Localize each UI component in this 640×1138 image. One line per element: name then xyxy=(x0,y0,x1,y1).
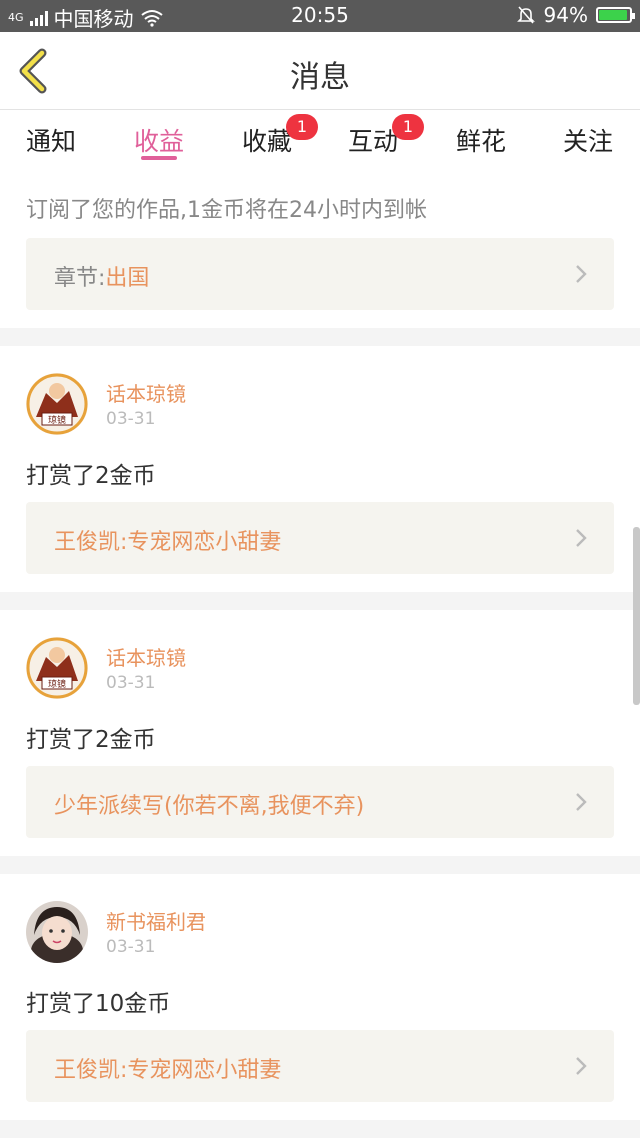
book-title: 王俊凯:专宠网恋小甜妻 xyxy=(54,530,282,555)
book-link[interactable]: 王俊凯:专宠网恋小甜妻 xyxy=(26,1030,614,1102)
mute-bell-icon xyxy=(516,6,535,24)
chapter-link-text: 章节:出国 xyxy=(54,260,149,292)
message-text: 订阅了您的作品,1金币将在24小时内到帐 xyxy=(26,198,427,223)
user-name[interactable]: 话本琼镜 xyxy=(106,642,186,671)
tab-bar: 通知 收益 收藏 1 互动 1 鲜花 关注 xyxy=(0,110,640,170)
message-text: 打赏了2金币 xyxy=(26,727,156,753)
user-name[interactable]: 新书福利君 xyxy=(106,906,206,935)
battery-percent: 94% xyxy=(543,3,588,27)
chapter-link[interactable]: 章节:出国 xyxy=(26,238,614,310)
tab-label: 收益 xyxy=(133,127,184,156)
user-name[interactable]: 话本琼镜 xyxy=(106,378,186,407)
chevron-right-icon xyxy=(576,793,587,811)
chapter-label: 章节: xyxy=(54,266,106,291)
battery-fill xyxy=(599,10,628,20)
chapter-title: 出国 xyxy=(105,266,150,291)
chevron-right-icon xyxy=(576,1057,587,1075)
book-title: 少年派续写(你若不离,我便不弃) xyxy=(54,794,365,819)
unread-badge: 1 xyxy=(286,114,318,140)
tab-label: 通知 xyxy=(25,127,76,156)
page-title: 消息 xyxy=(290,60,350,95)
user-avatar[interactable]: 琼镜 xyxy=(26,637,88,699)
tab-interaction[interactable]: 互动 1 xyxy=(318,114,428,158)
chevron-right-icon xyxy=(576,529,587,547)
scrollbar[interactable] xyxy=(633,527,640,705)
tab-following[interactable]: 关注 xyxy=(533,122,640,158)
tab-label: 互动 xyxy=(347,127,398,156)
nav-bar: 消息 xyxy=(0,32,640,110)
message-card: 订阅了您的作品,1金币将在24小时内到帐 章节:出国 xyxy=(0,170,640,328)
message-date: 03-31 xyxy=(106,673,156,693)
user-avatar[interactable] xyxy=(26,901,88,963)
message-date: 03-31 xyxy=(106,937,156,957)
message-text: 打赏了2金币 xyxy=(26,463,156,489)
svg-text:琼镜: 琼镜 xyxy=(48,414,66,426)
tab-notice[interactable]: 通知 xyxy=(0,122,106,158)
tab-label: 鲜花 xyxy=(455,127,506,156)
message-card: 琼镜 话本琼镜 03-31 打赏了2金币 王俊凯:专宠网恋小甜妻 xyxy=(0,346,640,592)
message-date: 03-31 xyxy=(106,409,156,429)
unread-badge: 1 xyxy=(392,114,424,140)
battery-icon xyxy=(596,7,635,23)
book-title: 王俊凯:专宠网恋小甜妻 xyxy=(54,1058,282,1083)
book-link[interactable]: 少年派续写(你若不离,我便不弃) xyxy=(26,766,614,838)
user-avatar[interactable]: 琼镜 xyxy=(26,373,88,435)
message-card: 新书福利君 03-31 打赏了10金币 王俊凯:专宠网恋小甜妻 xyxy=(0,874,640,1120)
tab-label: 收藏 xyxy=(241,127,292,156)
tab-flowers[interactable]: 鲜花 xyxy=(426,122,536,158)
message-card: 琼镜 话本琼镜 03-31 打赏了2金币 少年派续写(你若不离,我便不弃) xyxy=(0,610,640,856)
message-text: 打赏了10金币 xyxy=(26,991,171,1017)
svg-text:琼镜: 琼镜 xyxy=(48,678,66,690)
chevron-right-icon xyxy=(576,265,587,283)
status-bar: 4G 中国移动 20:55 94% xyxy=(0,0,640,32)
tab-label: 关注 xyxy=(562,127,613,156)
tab-favorites[interactable]: 收藏 1 xyxy=(212,114,322,158)
tab-earnings[interactable]: 收益 xyxy=(104,122,214,158)
book-link[interactable]: 王俊凯:专宠网恋小甜妻 xyxy=(26,502,614,574)
active-tab-indicator xyxy=(141,156,177,160)
